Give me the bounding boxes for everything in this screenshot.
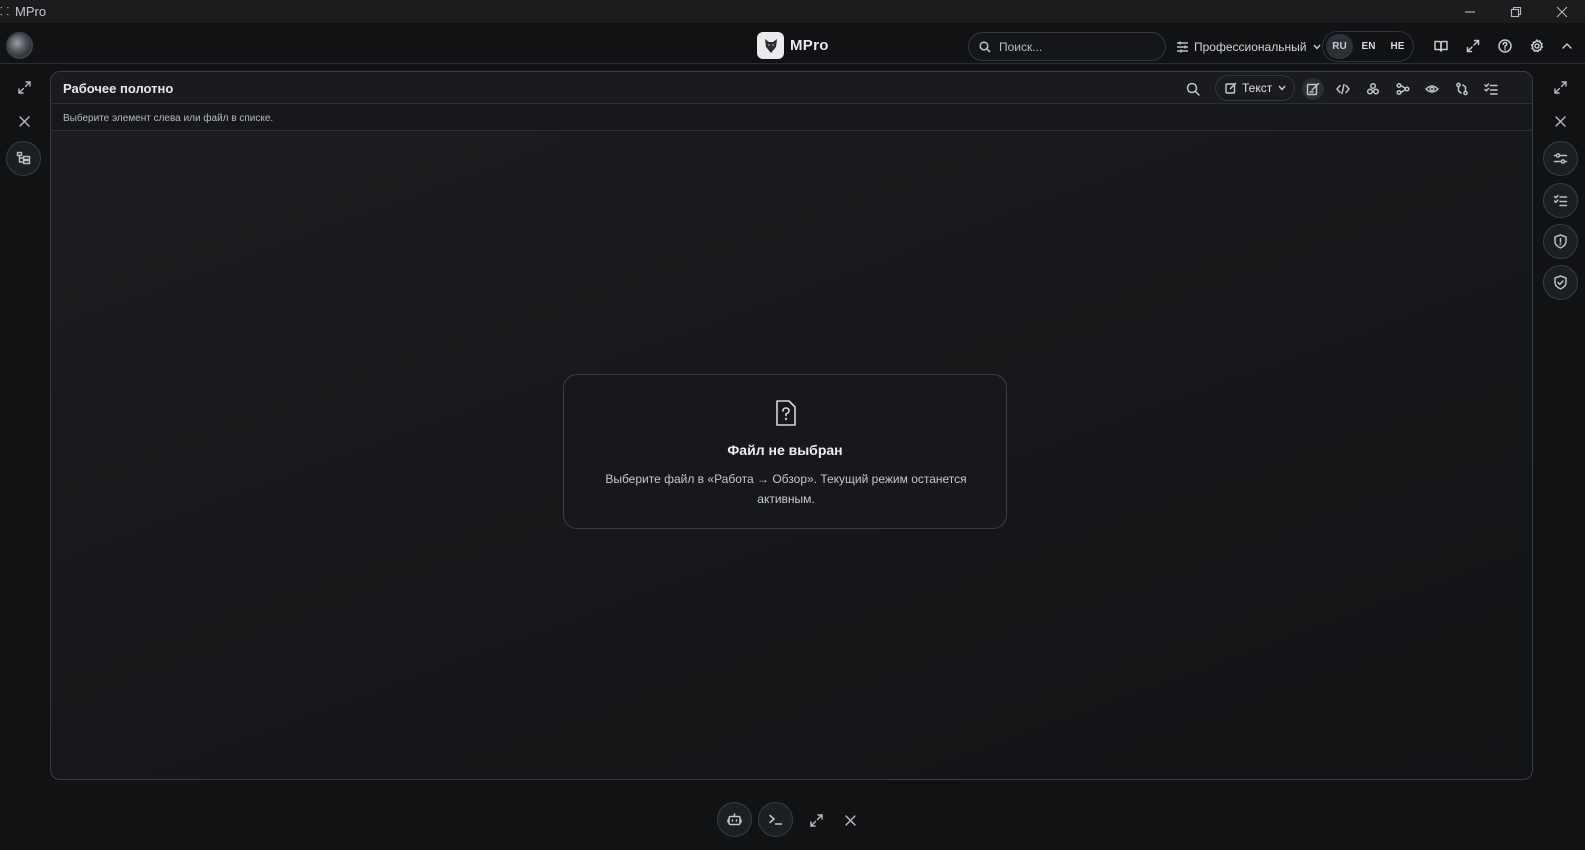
mode-select[interactable]: Профессиональный [1176, 36, 1321, 58]
flow-icon [1396, 82, 1410, 96]
minimize-icon [1465, 10, 1475, 13]
lang-he-button[interactable]: HE [1384, 34, 1411, 59]
expand-icon [1466, 39, 1480, 53]
compare-mode-button[interactable] [1451, 78, 1473, 100]
empty-state-card: Файл не выбран Выберите файл в «Работа →… [563, 374, 1007, 529]
terminal-button[interactable] [758, 802, 793, 837]
shield-alert-icon [1554, 234, 1567, 249]
close-icon [844, 814, 856, 826]
checklist-button[interactable] [1543, 183, 1578, 218]
help-icon [1498, 39, 1512, 53]
minimize-button[interactable] [1447, 0, 1493, 23]
file-question-icon [773, 399, 799, 427]
shield-check-icon [1554, 275, 1567, 290]
window-controls [1447, 0, 1585, 23]
code-icon [1336, 83, 1350, 95]
search-icon [1186, 82, 1200, 96]
mode-label: Профессиональный [1194, 40, 1307, 54]
tree-icon [16, 151, 31, 165]
canvas-header: Рабочее полотно Текст [51, 72, 1532, 104]
search-input[interactable] [999, 39, 1149, 54]
lang-ru-button[interactable]: RU [1326, 34, 1353, 59]
edit-icon [1225, 82, 1237, 94]
expand-icon [17, 80, 31, 94]
canvas-search-button[interactable] [1182, 78, 1204, 100]
canvas-hint-bar: Выберите элемент слева или файл в списке… [51, 104, 1532, 131]
workspace-canvas: Рабочее полотно Текст Выберите элемент с… [50, 71, 1533, 780]
os-titlebar: ⸬ MPro [0, 0, 1585, 23]
edit-mode-button[interactable] [1302, 78, 1324, 100]
bottom-close-button[interactable] [840, 810, 860, 830]
sliders-icon [1177, 41, 1188, 53]
file-tree-button[interactable] [6, 141, 41, 176]
restore-button[interactable] [1493, 0, 1539, 23]
expand-icon [809, 813, 823, 827]
left-close-button[interactable] [14, 111, 34, 131]
restore-icon [1510, 6, 1522, 17]
view-mode-label: Текст [1242, 81, 1273, 95]
collapse-topbar-button[interactable] [1557, 36, 1577, 56]
language-switcher: RU EN HE [1322, 31, 1414, 62]
avatar[interactable] [6, 32, 33, 59]
canvas-title: Рабочее полотно [63, 81, 174, 96]
close-icon [1556, 6, 1568, 17]
security-alert-button[interactable] [1543, 224, 1578, 259]
graph-icon [1366, 82, 1380, 95]
fullscreen-button[interactable] [1463, 36, 1483, 56]
filters-button[interactable] [1543, 141, 1578, 176]
assistant-button[interactable] [717, 802, 752, 837]
bot-icon [727, 813, 742, 826]
settings-icon [1530, 39, 1544, 53]
settings-button[interactable] [1527, 36, 1547, 56]
canvas-hint: Выберите элемент слева или файл в списке… [63, 113, 274, 124]
security-check-button[interactable] [1543, 265, 1578, 300]
flow-mode-button[interactable] [1392, 78, 1414, 100]
docs-button[interactable] [1431, 36, 1451, 56]
bottom-expand-button[interactable] [806, 810, 826, 830]
terminal-icon [769, 814, 783, 825]
preview-icon [1425, 85, 1439, 93]
chevron-up-icon [1562, 43, 1572, 49]
close-icon [18, 115, 30, 127]
window-title: MPro [15, 4, 47, 19]
chevron-down-icon [1313, 44, 1321, 50]
expand-icon [1553, 80, 1567, 94]
brand-logo-icon [757, 32, 784, 59]
close-icon [1554, 115, 1566, 127]
brand-name: MPro [790, 37, 829, 54]
empty-state-description: Выберите файл в «Работа → Обзор». Текущи… [605, 472, 967, 506]
book-icon [1434, 40, 1448, 52]
app-topbar: MPro Профессиональный RU EN HE [0, 29, 1585, 64]
checklist-icon [1484, 83, 1498, 95]
checklist-mode-button[interactable] [1480, 78, 1502, 100]
brand: MPro [757, 32, 829, 59]
preview-mode-button[interactable] [1421, 78, 1443, 100]
edit-icon [1306, 82, 1320, 96]
code-mode-button[interactable] [1332, 78, 1354, 100]
help-button[interactable] [1495, 36, 1515, 56]
empty-state-title: Файл не выбран [727, 442, 843, 458]
right-close-button[interactable] [1550, 111, 1570, 131]
app-icon: ⸬ [0, 5, 10, 18]
left-expand-button[interactable] [14, 77, 34, 97]
lang-en-button[interactable]: EN [1355, 34, 1382, 59]
right-expand-button[interactable] [1550, 77, 1570, 97]
view-mode-select[interactable]: Текст [1215, 75, 1295, 101]
sliders-icon [1553, 153, 1568, 164]
search-box[interactable] [968, 32, 1166, 61]
chevron-down-icon [1278, 85, 1286, 91]
close-window-button[interactable] [1539, 0, 1585, 23]
checklist-icon [1553, 194, 1568, 207]
compare-icon [1456, 82, 1468, 96]
search-icon [979, 40, 991, 53]
graph-mode-button[interactable] [1362, 78, 1384, 100]
